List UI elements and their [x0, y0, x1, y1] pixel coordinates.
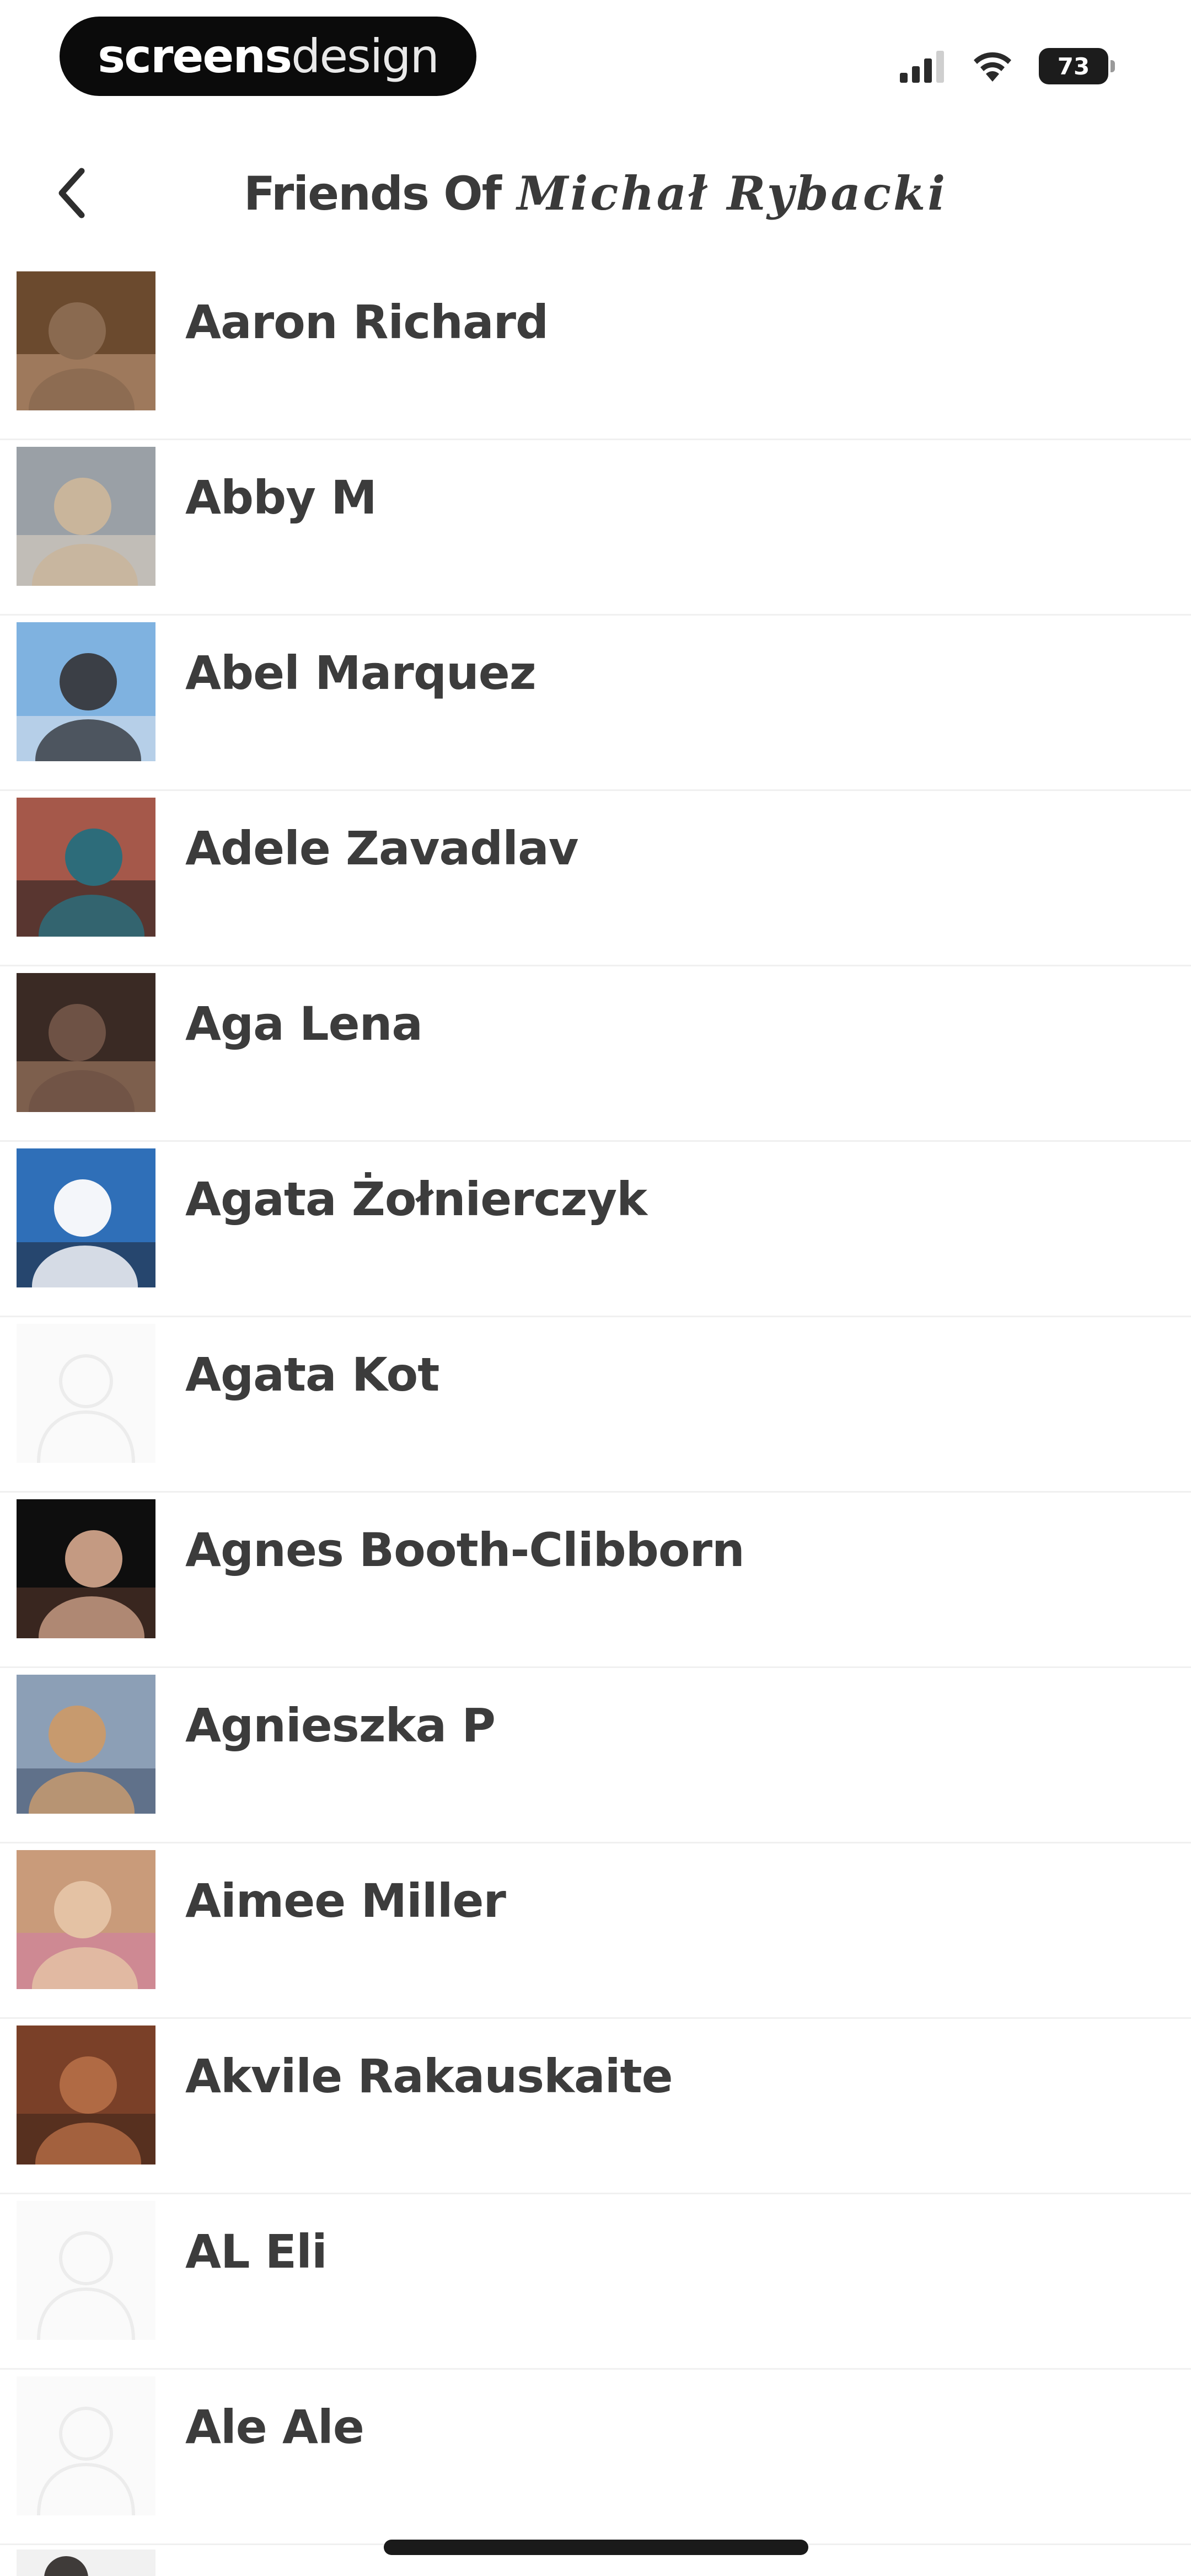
- avatar[interactable]: [17, 1499, 155, 1638]
- avatar-photo: [17, 622, 155, 761]
- friend-name: Akvile Rakauskaite: [185, 2049, 673, 2103]
- avatar-photo: [17, 2025, 155, 2165]
- status-bar: screens design 73: [0, 0, 1191, 116]
- friend-row[interactable]: Adele Zavadlav: [0, 791, 1191, 966]
- friend-name: Aaron Richard: [185, 295, 549, 349]
- default-avatar-icon: [17, 2376, 155, 2515]
- friend-row[interactable]: Aga Lena: [0, 966, 1191, 1142]
- avatar-photo: [17, 1499, 155, 1638]
- friend-row[interactable]: AL Eli: [0, 2194, 1191, 2370]
- friend-name: Aga Lena: [185, 997, 423, 1051]
- friend-row[interactable]: Akvile Rakauskaite: [0, 2019, 1191, 2194]
- friend-name: Aimee Miller: [185, 1874, 506, 1928]
- friend-name: Adele Zavadlav: [185, 821, 579, 875]
- friend-row[interactable]: Aimee Miller: [0, 1843, 1191, 2019]
- friend-name: Agnes Booth-Clibborn: [185, 1523, 745, 1577]
- title-prefix: Friends Of: [243, 167, 502, 221]
- avatar[interactable]: [17, 2201, 155, 2340]
- nav-header: Friends Of Michał Rybacki: [0, 132, 1191, 259]
- friend-name: AL Eli: [185, 2225, 328, 2279]
- avatar-photo: [17, 1850, 155, 1989]
- wifi-icon: [974, 52, 1011, 82]
- friend-name: Abel Marquez: [185, 646, 537, 700]
- avatar-photo: [17, 798, 155, 937]
- friend-name: Abby M: [185, 471, 377, 525]
- avatar[interactable]: [17, 1324, 155, 1463]
- avatar-photo: [17, 973, 155, 1112]
- friend-row[interactable]: Aaron Richard: [0, 265, 1191, 440]
- partial-avatar: [17, 2550, 155, 2576]
- avatar[interactable]: [17, 2376, 155, 2515]
- avatar-photo: [17, 1148, 155, 1287]
- friend-row[interactable]: Ale Ale: [0, 2370, 1191, 2545]
- avatar-photo: [17, 1675, 155, 1814]
- avatar[interactable]: [17, 798, 155, 937]
- avatar[interactable]: [17, 447, 155, 586]
- status-icons: 73: [900, 43, 1115, 89]
- avatar[interactable]: [17, 973, 155, 1112]
- friend-name: Agnieszka P: [185, 1698, 496, 1752]
- friend-row[interactable]: Agata Kot: [0, 1317, 1191, 1493]
- avatar[interactable]: [17, 1850, 155, 1989]
- title-name: Michał Rybacki: [517, 166, 948, 221]
- avatar[interactable]: [17, 2025, 155, 2165]
- default-avatar-icon: [17, 1324, 155, 1463]
- friend-row[interactable]: Abby M: [0, 440, 1191, 616]
- signal-icon: [900, 51, 944, 83]
- avatar[interactable]: [17, 622, 155, 761]
- friend-row[interactable]: Agata Żołnierczyk: [0, 1142, 1191, 1317]
- friend-name: Ale Ale: [185, 2400, 364, 2454]
- avatar[interactable]: [17, 1675, 155, 1814]
- avatar-photo: [17, 447, 155, 586]
- screensdesign-logo: screens design: [60, 17, 476, 96]
- friend-row[interactable]: Agnes Booth-Clibborn: [0, 1493, 1191, 1668]
- page-title: Friends Of Michał Rybacki: [0, 163, 1191, 224]
- brand-bold-text: screens: [98, 29, 292, 83]
- friend-name: Agata Kot: [185, 1348, 439, 1402]
- avatar-photo: [17, 271, 155, 410]
- friend-name: Agata Żołnierczyk: [185, 1172, 647, 1226]
- friends-list: Aaron Richard Abby M Abel Marquez Adele Zav…: [0, 265, 1191, 2545]
- battery-icon: 73: [1039, 48, 1115, 84]
- avatar[interactable]: [17, 271, 155, 410]
- avatar[interactable]: [17, 1148, 155, 1287]
- home-indicator: [384, 2540, 808, 2555]
- brand-light-text: design: [291, 29, 439, 83]
- friend-row[interactable]: Abel Marquez: [0, 616, 1191, 791]
- battery-level: 73: [1057, 52, 1090, 80]
- friend-row[interactable]: Agnieszka P: [0, 1668, 1191, 1843]
- default-avatar-icon: [17, 2201, 155, 2340]
